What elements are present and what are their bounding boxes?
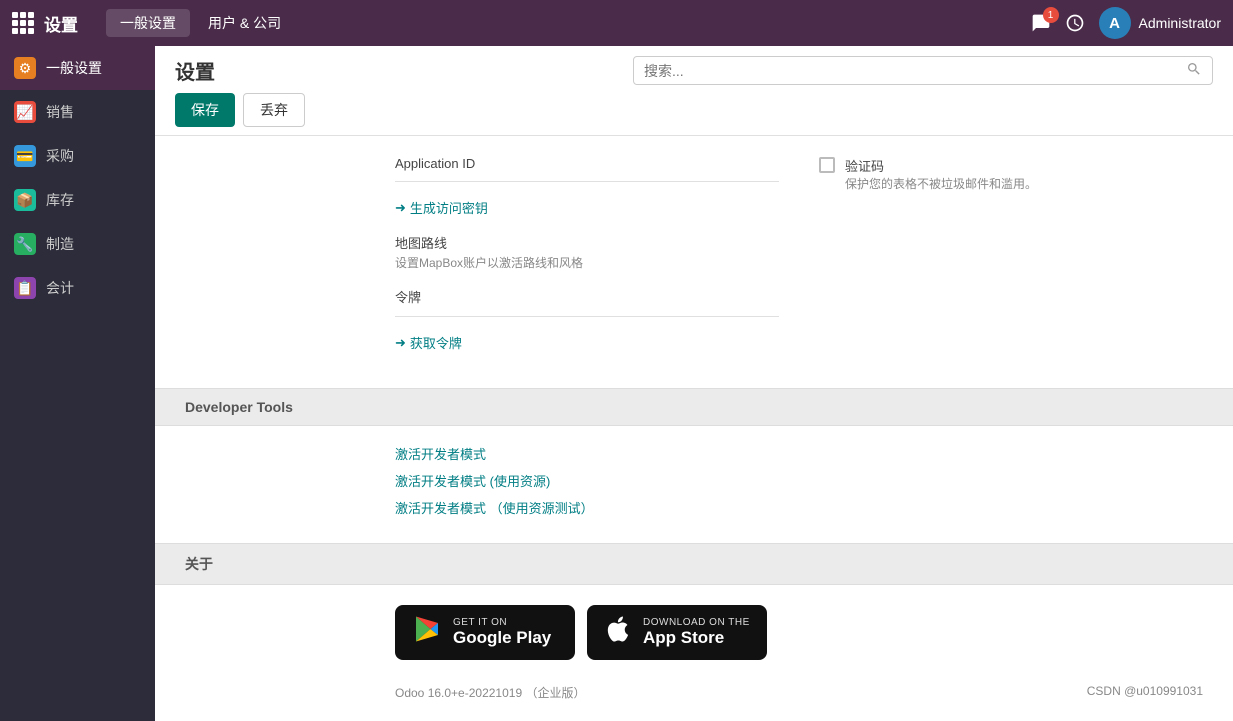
manufacturing-icon: 🔧 [14,233,36,255]
version-text: Odoo 16.0+e-20221019 （企业版） [395,684,585,701]
navbar-title: 设置 [44,11,78,36]
application-id-row: Application ID [395,156,779,182]
arrow-icon: ➜ [395,200,406,216]
navbar: 设置 一般设置 用户 & 公司 1 A Administrator [0,0,1233,46]
sidebar: ⚙ 一般设置 📈 销售 💳 采购 📦 库存 🔧 制造 📋 会计 [0,46,155,721]
about-section: GET IT ON Google Play Download on the [155,585,1233,721]
apps-menu-button[interactable] [12,12,34,34]
sidebar-item-inventory[interactable]: 📦 库存 [0,178,155,222]
get-token-link[interactable]: ➜ 获取令牌 [395,333,779,352]
app-store-badge[interactable]: Download on the App Store [587,605,767,660]
main-layout: ⚙ 一般设置 📈 销售 💳 采购 📦 库存 🔧 制造 📋 会计 设置 [0,46,1233,721]
app-store-main-text: App Store [643,628,750,648]
sidebar-label-purchase: 采购 [46,146,74,166]
app-badges: GET IT ON Google Play Download on the [395,605,1203,660]
search-icon[interactable] [1186,61,1202,80]
inventory-icon: 📦 [14,189,36,211]
sidebar-item-purchase[interactable]: 💳 采购 [0,134,155,178]
page-title: 设置 [175,56,215,85]
csdn-text: CSDN @u010991031 [1087,684,1203,701]
developer-tools-header: Developer Tools [155,388,1233,426]
action-bar: 保存 丢弃 [175,93,1213,135]
navbar-menu-general[interactable]: 一般设置 [106,9,190,37]
form-section-api: Application ID ➜ 生成访问密钥 地图路线 [155,136,1233,388]
google-play-main-text: Google Play [453,628,551,648]
navbar-menu: 一般设置 用户 & 公司 [106,9,1031,37]
google-play-badge[interactable]: GET IT ON Google Play [395,605,575,660]
messages-button[interactable]: 1 [1031,13,1051,33]
app-store-icon [603,614,633,651]
sidebar-label-accounting: 会计 [46,278,74,298]
discard-button[interactable]: 丢弃 [243,93,305,127]
google-play-top-text: GET IT ON [453,617,551,628]
search-input[interactable] [644,63,1186,79]
generate-key-row: ➜ 生成访问密钥 [395,198,779,217]
username-label: Administrator [1139,15,1221,31]
sales-icon: 📈 [14,101,36,123]
generate-key-link[interactable]: ➜ 生成访问密钥 [395,198,779,217]
user-menu[interactable]: A Administrator [1099,7,1221,39]
map-route-desc: 设置MapBox账户以激活路线和风格 [395,254,779,271]
activate-dev-mode-link[interactable]: 激活开发者模式 [395,444,1203,463]
developer-tools-links: 激活开发者模式 激活开发者模式 (使用资源) 激活开发者模式 （使用资源测试） [155,426,1233,543]
captcha-row: 验证码 保护您的表格不被垃圾邮件和滥用。 [819,156,1203,192]
purchase-icon: 💳 [14,145,36,167]
avatar: A [1099,7,1131,39]
captcha-checkbox[interactable] [819,157,835,173]
sidebar-item-accounting[interactable]: 📋 会计 [0,266,155,310]
navbar-menu-users[interactable]: 用户 & 公司 [194,9,295,37]
token-label: 令牌 [395,287,779,306]
save-button[interactable]: 保存 [175,93,235,127]
accounting-icon: 📋 [14,277,36,299]
content-area: 设置 保存 丢弃 [155,46,1233,721]
sidebar-label-sales: 销售 [46,102,74,122]
messages-badge: 1 [1043,7,1059,23]
sidebar-item-general[interactable]: ⚙ 一般设置 [0,46,155,90]
sidebar-item-sales[interactable]: 📈 销售 [0,90,155,134]
navbar-right: 1 A Administrator [1031,7,1221,39]
sidebar-label-manufacturing: 制造 [46,234,74,254]
sidebar-label-inventory: 库存 [46,190,74,210]
activate-dev-mode-tests-link[interactable]: 激活开发者模式 （使用资源测试） [395,498,1203,517]
settings-scroll[interactable]: Application ID ➜ 生成访问密钥 地图路线 [155,136,1233,721]
general-icon: ⚙ [14,57,36,79]
clock-button[interactable] [1065,13,1085,33]
token-row: 令牌 [395,287,779,317]
search-bar [633,56,1213,85]
map-route-row: 地图路线 设置MapBox账户以激活路线和风格 [395,233,779,271]
map-route-label: 地图路线 [395,233,779,252]
app-store-top-text: Download on the [643,617,750,628]
google-play-icon [411,613,443,652]
get-token-row: ➜ 获取令牌 [395,333,779,352]
page-header: 设置 保存 丢弃 [155,46,1233,136]
activate-dev-mode-assets-link[interactable]: 激活开发者模式 (使用资源) [395,471,1203,490]
application-id-label: Application ID [395,156,779,171]
sidebar-item-manufacturing[interactable]: 🔧 制造 [0,222,155,266]
about-header: 关于 [155,543,1233,585]
captcha-desc: 保护您的表格不被垃圾邮件和滥用。 [845,175,1037,192]
sidebar-label-general: 一般设置 [46,58,102,78]
captcha-label: 验证码 [845,156,1037,175]
token-arrow-icon: ➜ [395,335,406,351]
version-row: Odoo 16.0+e-20221019 （企业版） CSDN @u010991… [395,678,1203,707]
